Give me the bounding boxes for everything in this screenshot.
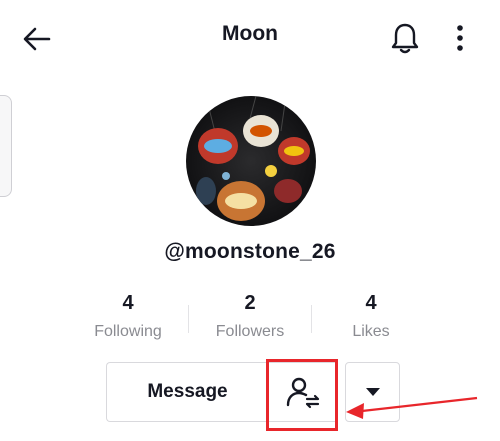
highlight-box bbox=[266, 359, 338, 431]
stat-value: 4 bbox=[122, 292, 134, 314]
stat-value: 4 bbox=[365, 292, 377, 314]
stat-value: 2 bbox=[244, 292, 256, 314]
side-panel-tab[interactable] bbox=[0, 95, 12, 197]
bell-icon bbox=[391, 23, 419, 54]
divider bbox=[188, 305, 189, 333]
stat-followers[interactable]: 2 Followers bbox=[190, 292, 310, 341]
annotation-arrow bbox=[346, 396, 478, 419]
page-title: Moon bbox=[222, 22, 278, 45]
vertical-dots-icon bbox=[457, 25, 463, 51]
stat-label: Followers bbox=[215, 323, 285, 340]
username: @moonstone_26 bbox=[164, 240, 336, 263]
stat-label: Following bbox=[94, 323, 162, 340]
more-options-button[interactable] bbox=[448, 22, 472, 56]
message-button[interactable]: Message bbox=[106, 362, 268, 422]
stat-label: Likes bbox=[352, 323, 390, 340]
notifications-button[interactable] bbox=[388, 20, 422, 56]
stat-following[interactable]: 4 Following bbox=[68, 292, 188, 341]
avatar bbox=[186, 96, 316, 226]
stat-likes[interactable]: 4 Likes bbox=[311, 292, 431, 341]
